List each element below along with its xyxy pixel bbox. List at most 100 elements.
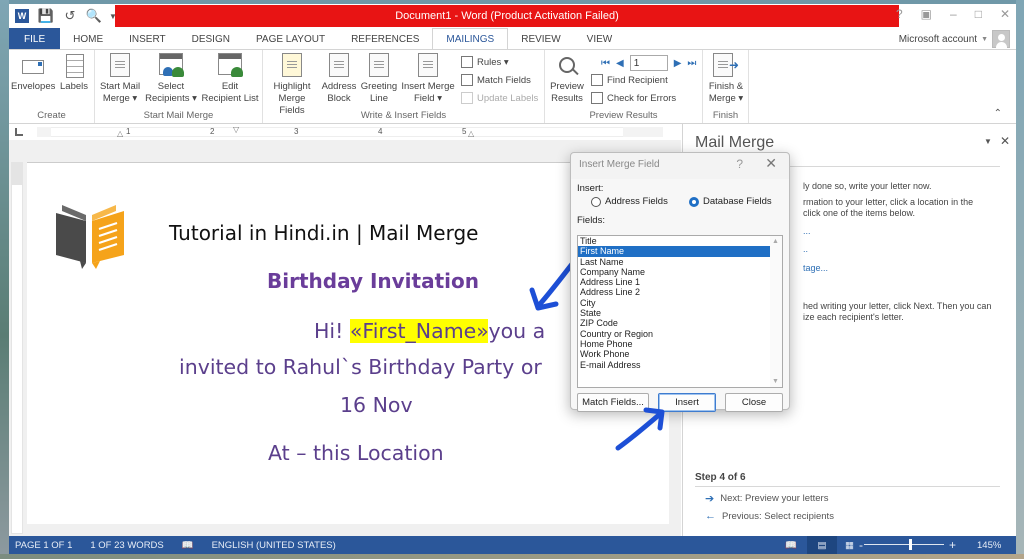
tab-mailings[interactable]: MAILINGS: [432, 28, 509, 50]
first-line-indent-marker[interactable]: ▽: [233, 125, 239, 134]
tab-selector-icon[interactable]: [15, 128, 23, 136]
envelopes-button[interactable]: Envelopes: [11, 53, 55, 93]
next-step-link[interactable]: ➔ Next: Preview your letters: [705, 492, 828, 505]
help-icon[interactable]: ?: [896, 7, 903, 21]
start-mail-merge-button[interactable]: Start Mail Merge ▾: [97, 53, 143, 105]
zoom-out-button[interactable]: -: [859, 538, 863, 552]
close-icon[interactable]: ✕: [1000, 7, 1010, 21]
preview-results-button[interactable]: Preview Results: [547, 53, 587, 105]
tab-review[interactable]: REVIEW: [508, 28, 573, 50]
tab-page-layout[interactable]: PAGE LAYOUT: [243, 28, 338, 50]
pane-link-greeting-line[interactable]: ..: [803, 244, 808, 254]
field-item[interactable]: Address Line 1: [578, 277, 770, 287]
pane-link-electronic-postage[interactable]: tage...: [803, 263, 828, 273]
greeting-line-button[interactable]: Greeting Line: [359, 53, 399, 105]
tab-design[interactable]: DESIGN: [179, 28, 243, 50]
field-item[interactable]: State: [578, 308, 770, 318]
scroll-up-icon[interactable]: ▲: [772, 238, 779, 245]
find-recipient-button[interactable]: Find Recipient: [591, 72, 668, 88]
field-item[interactable]: Company Name: [578, 267, 770, 277]
tab-references[interactable]: REFERENCES: [338, 28, 432, 50]
minimize-icon[interactable]: –: [950, 7, 957, 21]
page-count[interactable]: PAGE 1 OF 1: [15, 540, 72, 551]
dialog-close-icon[interactable]: ✕: [765, 155, 777, 172]
update-labels-button[interactable]: Update Labels: [461, 90, 538, 106]
language-indicator[interactable]: ENGLISH (UNITED STATES): [212, 540, 336, 551]
tab-file[interactable]: FILE: [9, 28, 61, 50]
fields-listbox[interactable]: Title First Name Last Name Company Name …: [577, 235, 783, 388]
collapse-ribbon-icon[interactable]: ⌃: [994, 108, 1002, 119]
database-fields-radio[interactable]: Database Fields: [689, 196, 772, 207]
field-item[interactable]: Address Line 2: [578, 287, 770, 297]
insert-merge-field-dialog: Insert Merge Field ? ✕ Insert: Address F…: [570, 152, 790, 412]
finish-merge-button[interactable]: ➜ Finish & Merge ▾: [705, 53, 747, 105]
save-icon[interactable]: 💾: [37, 7, 55, 25]
labels-button[interactable]: Labels: [57, 53, 91, 93]
first-record-icon[interactable]: ⏮: [601, 58, 610, 69]
proofing-icon[interactable]: 📖: [182, 540, 194, 551]
zoom-in-button[interactable]: +: [949, 538, 956, 552]
web-layout-icon[interactable]: ▦: [845, 540, 854, 551]
rules-button[interactable]: Rules ▾: [461, 54, 509, 70]
word-count[interactable]: 1 OF 23 WORDS: [90, 540, 163, 551]
zoom-slider[interactable]: [864, 544, 944, 545]
field-item[interactable]: Country or Region: [578, 329, 770, 339]
pane-options-icon[interactable]: ▼: [984, 137, 992, 148]
tab-insert[interactable]: INSERT: [116, 28, 179, 50]
group-label-start-mail-merge: Start Mail Merge: [143, 110, 214, 121]
zoom-slider-thumb[interactable]: [909, 539, 912, 550]
last-record-icon[interactable]: ⏭: [687, 58, 696, 69]
group-label-create: Create: [37, 110, 66, 121]
field-item[interactable]: Home Phone: [578, 339, 770, 349]
field-item[interactable]: ZIP Code: [578, 318, 770, 328]
address-fields-radio[interactable]: Address Fields: [591, 196, 668, 207]
document-heading: Tutorial in Hindi.in | Mail Merge: [169, 221, 479, 245]
address-block-button[interactable]: Address Block: [321, 53, 357, 105]
select-recipients-button[interactable]: Select Recipients ▾: [145, 53, 197, 105]
match-fields-button[interactable]: Match Fields: [461, 72, 531, 88]
print-preview-icon[interactable]: 🔍: [85, 7, 103, 25]
insert-merge-field-button[interactable]: Insert Merge Field ▾: [399, 53, 457, 105]
ribbon-display-icon[interactable]: ▣: [921, 7, 932, 21]
highlight-merge-fields-button[interactable]: Highlight Merge Fields: [265, 53, 319, 117]
tab-home[interactable]: HOME: [60, 28, 116, 50]
fields-scrollbar[interactable]: ▲ ▼: [770, 236, 782, 387]
edit-recipient-list-button[interactable]: Edit Recipient List: [199, 53, 261, 105]
field-item[interactable]: E-mail Address: [578, 360, 770, 370]
left-indent-marker[interactable]: △: [117, 129, 123, 138]
zoom-level[interactable]: 145%: [977, 540, 1001, 551]
horizontal-ruler[interactable]: 1 2 3 4 5 △ ▽ △: [9, 124, 681, 140]
book-logo-icon: [56, 205, 124, 269]
record-number-input[interactable]: [629, 55, 668, 71]
tab-view[interactable]: VIEW: [574, 28, 626, 50]
pane-instruction-2a: rmation to your letter, click a location…: [803, 197, 974, 207]
previous-step-link[interactable]: ← Previous: Select recipients: [705, 510, 834, 522]
field-item[interactable]: Work Phone: [578, 349, 770, 359]
word-logo-icon[interactable]: W: [13, 7, 31, 25]
field-item-selected[interactable]: First Name: [578, 246, 770, 257]
print-layout-icon[interactable]: ▤: [807, 536, 837, 554]
next-record-icon[interactable]: ▶: [674, 58, 682, 69]
maximize-icon[interactable]: □: [975, 7, 982, 21]
field-item[interactable]: Last Name: [578, 257, 770, 267]
check-errors-icon: [591, 92, 603, 104]
account-menu[interactable]: Microsoft account ▼: [899, 28, 1010, 50]
scroll-down-icon[interactable]: ▼: [772, 378, 779, 385]
pane-link-address-block[interactable]: ...: [803, 226, 811, 236]
field-item[interactable]: Title: [578, 236, 770, 246]
right-indent-marker[interactable]: △: [468, 129, 474, 138]
vertical-ruler[interactable]: [11, 162, 23, 534]
close-button[interactable]: Close: [725, 393, 783, 412]
read-mode-icon[interactable]: 📖: [785, 540, 797, 551]
dialog-help-icon[interactable]: ?: [736, 157, 743, 171]
address-block-icon: [326, 53, 352, 79]
check-for-errors-button[interactable]: Check for Errors: [591, 90, 676, 106]
field-item[interactable]: City: [578, 298, 770, 308]
desktop-background-left: [0, 0, 9, 559]
pane-close-icon[interactable]: ✕: [1000, 134, 1010, 148]
undo-icon[interactable]: ↺: [61, 7, 79, 25]
group-finish: ➜ Finish & Merge ▾ Finish: [703, 50, 749, 123]
merge-field-first-name[interactable]: «First_Name»: [349, 319, 489, 343]
previous-record-icon[interactable]: ◀: [616, 58, 624, 69]
avatar[interactable]: [992, 30, 1010, 48]
